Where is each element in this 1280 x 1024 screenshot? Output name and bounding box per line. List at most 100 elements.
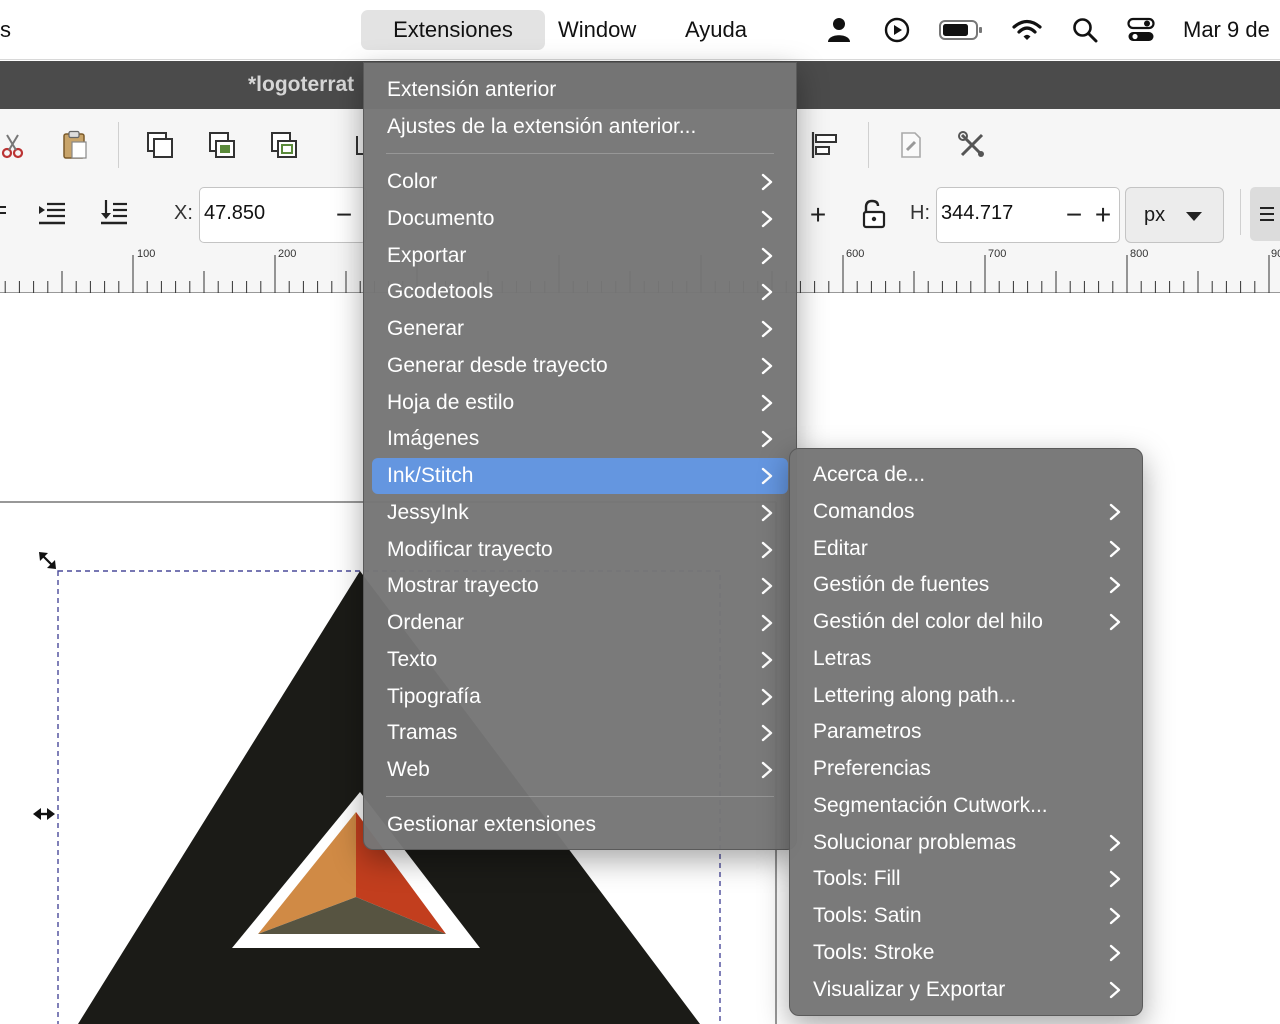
menu-item[interactable]: Gcodetools	[372, 274, 788, 310]
submenu-item-label: Gestión del color del hilo	[813, 610, 1043, 633]
menu-item-label: Generar desde trayecto	[387, 353, 608, 377]
lower-icon[interactable]	[36, 197, 68, 229]
h-increment-button[interactable]: +	[1089, 195, 1117, 235]
chevron-right-icon	[1109, 604, 1123, 640]
align-icon[interactable]	[808, 129, 842, 161]
ruler-label: 800	[1130, 248, 1149, 260]
unlink-clone-icon[interactable]	[268, 129, 300, 161]
menu-item-label: Hoja de estilo	[387, 390, 515, 414]
duplicate-icon[interactable]	[144, 129, 176, 161]
chevron-right-icon	[761, 164, 775, 200]
menu-item-label: Generar	[387, 317, 465, 340]
chevron-right-icon	[761, 715, 775, 751]
submenu-item[interactable]: Tools: Fill	[798, 861, 1136, 897]
menu-bar-app-name[interactable]: s	[0, 10, 11, 50]
toolbar-overflow-button[interactable]	[1250, 187, 1280, 241]
menu-item[interactable]: Color	[372, 164, 788, 200]
h-decrement-button[interactable]: −	[1060, 195, 1088, 235]
chevron-right-icon	[761, 752, 775, 788]
menu-item[interactable]: Ordenar	[372, 605, 788, 641]
menu-item-ajustes-extension-anterior[interactable]: Ajustes de la extensión anterior...	[372, 109, 788, 145]
scale-arrow-icon[interactable]	[39, 552, 56, 569]
menu-item[interactable]: Documento	[372, 201, 788, 237]
menu-item[interactable]: Tramas	[372, 715, 788, 751]
menu-item-label: Color	[387, 170, 438, 193]
cut-icon[interactable]	[0, 131, 26, 161]
xml-editor-icon[interactable]	[896, 129, 926, 161]
menu-item[interactable]: Ink/Stitch	[372, 458, 788, 494]
submenu-item[interactable]: Visualizar y Exportar	[798, 972, 1136, 1008]
submenu-item-label: Tools: Satin	[813, 904, 922, 927]
h-label: H:	[910, 202, 930, 224]
x-decrement-button[interactable]: −	[330, 195, 358, 235]
unit-value: px	[1144, 204, 1166, 226]
preferences-icon[interactable]	[956, 129, 988, 161]
paste-icon[interactable]	[60, 129, 90, 161]
chevron-right-icon	[761, 679, 775, 715]
submenu-item[interactable]: Segmentación Cutwork...	[798, 788, 1136, 824]
menu-bar-clock[interactable]: Mar 9 de	[1183, 10, 1270, 50]
menu-bar-window[interactable]: Window	[558, 10, 636, 50]
menu-item[interactable]: Exportar	[372, 238, 788, 274]
menu-item[interactable]: Mostrar trayecto	[372, 568, 788, 604]
play-icon[interactable]	[882, 14, 912, 46]
user-icon[interactable]	[824, 14, 854, 46]
menu-separator	[386, 153, 774, 154]
submenu-item-label: Preferencias	[813, 757, 931, 780]
menu-item-gestionar-extensiones[interactable]: Gestionar extensiones	[372, 807, 788, 843]
submenu-item[interactable]: Acerca de...	[798, 457, 1136, 493]
menu-item[interactable]: Tipografía	[372, 679, 788, 715]
submenu-item[interactable]: Letras	[798, 641, 1136, 677]
submenu-item[interactable]: Lettering along path...	[798, 678, 1136, 714]
menu-item-label: Ink/Stitch	[387, 464, 474, 487]
submenu-item[interactable]: Preferencias	[798, 751, 1136, 787]
chevron-right-icon	[761, 421, 775, 457]
chevron-right-icon	[761, 348, 775, 384]
menu-item[interactable]: Texto	[372, 642, 788, 678]
chevron-right-icon	[761, 385, 775, 421]
menu-item[interactable]: Generar	[372, 311, 788, 347]
menu-item[interactable]: Generar desde trayecto	[372, 348, 788, 384]
submenu-item[interactable]: Comandos	[798, 494, 1136, 530]
menu-item[interactable]: Modificar trayecto	[372, 532, 788, 568]
menu-item-extension-anterior[interactable]: Extensión anterior	[372, 72, 788, 108]
menu-item-label: Documento	[387, 206, 495, 230]
battery-icon[interactable]	[938, 14, 984, 46]
menu-item[interactable]: Imágenes	[372, 421, 788, 457]
ruler-label: 200	[278, 248, 297, 260]
w-increment-button[interactable]: +	[804, 195, 832, 235]
lock-icon[interactable]	[858, 197, 890, 231]
unit-select[interactable]: px	[1125, 187, 1224, 243]
ruler-label: 700	[988, 248, 1007, 260]
chevron-right-icon	[1109, 898, 1123, 934]
x-label: X:	[174, 202, 193, 224]
search-icon[interactable]	[1070, 14, 1100, 46]
stretch-arrow-icon[interactable]	[33, 808, 55, 820]
chevron-right-icon	[1109, 825, 1123, 861]
menu-bar-ayuda[interactable]: Ayuda	[685, 10, 747, 50]
clone-icon[interactable]	[206, 129, 238, 161]
menu-item-label: JessyInk	[387, 500, 469, 524]
menu-item[interactable]: JessyInk	[372, 495, 788, 531]
submenu-item-label: Comandos	[813, 499, 915, 523]
menu-item[interactable]: Web	[372, 752, 788, 788]
menu-item[interactable]: Hoja de estilo	[372, 385, 788, 421]
toolbar-separator	[118, 122, 119, 168]
group-icon[interactable]	[350, 129, 364, 161]
menu-item-label: Texto	[387, 647, 438, 671]
control-center-icon[interactable]	[1126, 14, 1156, 46]
submenu-item[interactable]: Gestión del color del hilo	[798, 604, 1136, 640]
lower-to-bottom-icon[interactable]	[98, 197, 130, 229]
submenu-item[interactable]: Tools: Stroke	[798, 935, 1136, 971]
raise-icon[interactable]	[0, 197, 8, 227]
wifi-icon[interactable]	[1012, 14, 1042, 46]
submenu-item-label: Visualizar y Exportar	[813, 977, 1006, 1001]
submenu-item[interactable]: Gestión de fuentes	[798, 567, 1136, 603]
chevron-right-icon	[1109, 567, 1123, 603]
submenu-item[interactable]: Parametros	[798, 714, 1136, 750]
submenu-item[interactable]: Tools: Satin	[798, 898, 1136, 934]
menu-bar-extensiones[interactable]: Extensiones	[361, 10, 545, 50]
submenu-item[interactable]: Editar	[798, 531, 1136, 567]
chevron-right-icon	[761, 274, 775, 310]
submenu-item[interactable]: Solucionar problemas	[798, 825, 1136, 861]
